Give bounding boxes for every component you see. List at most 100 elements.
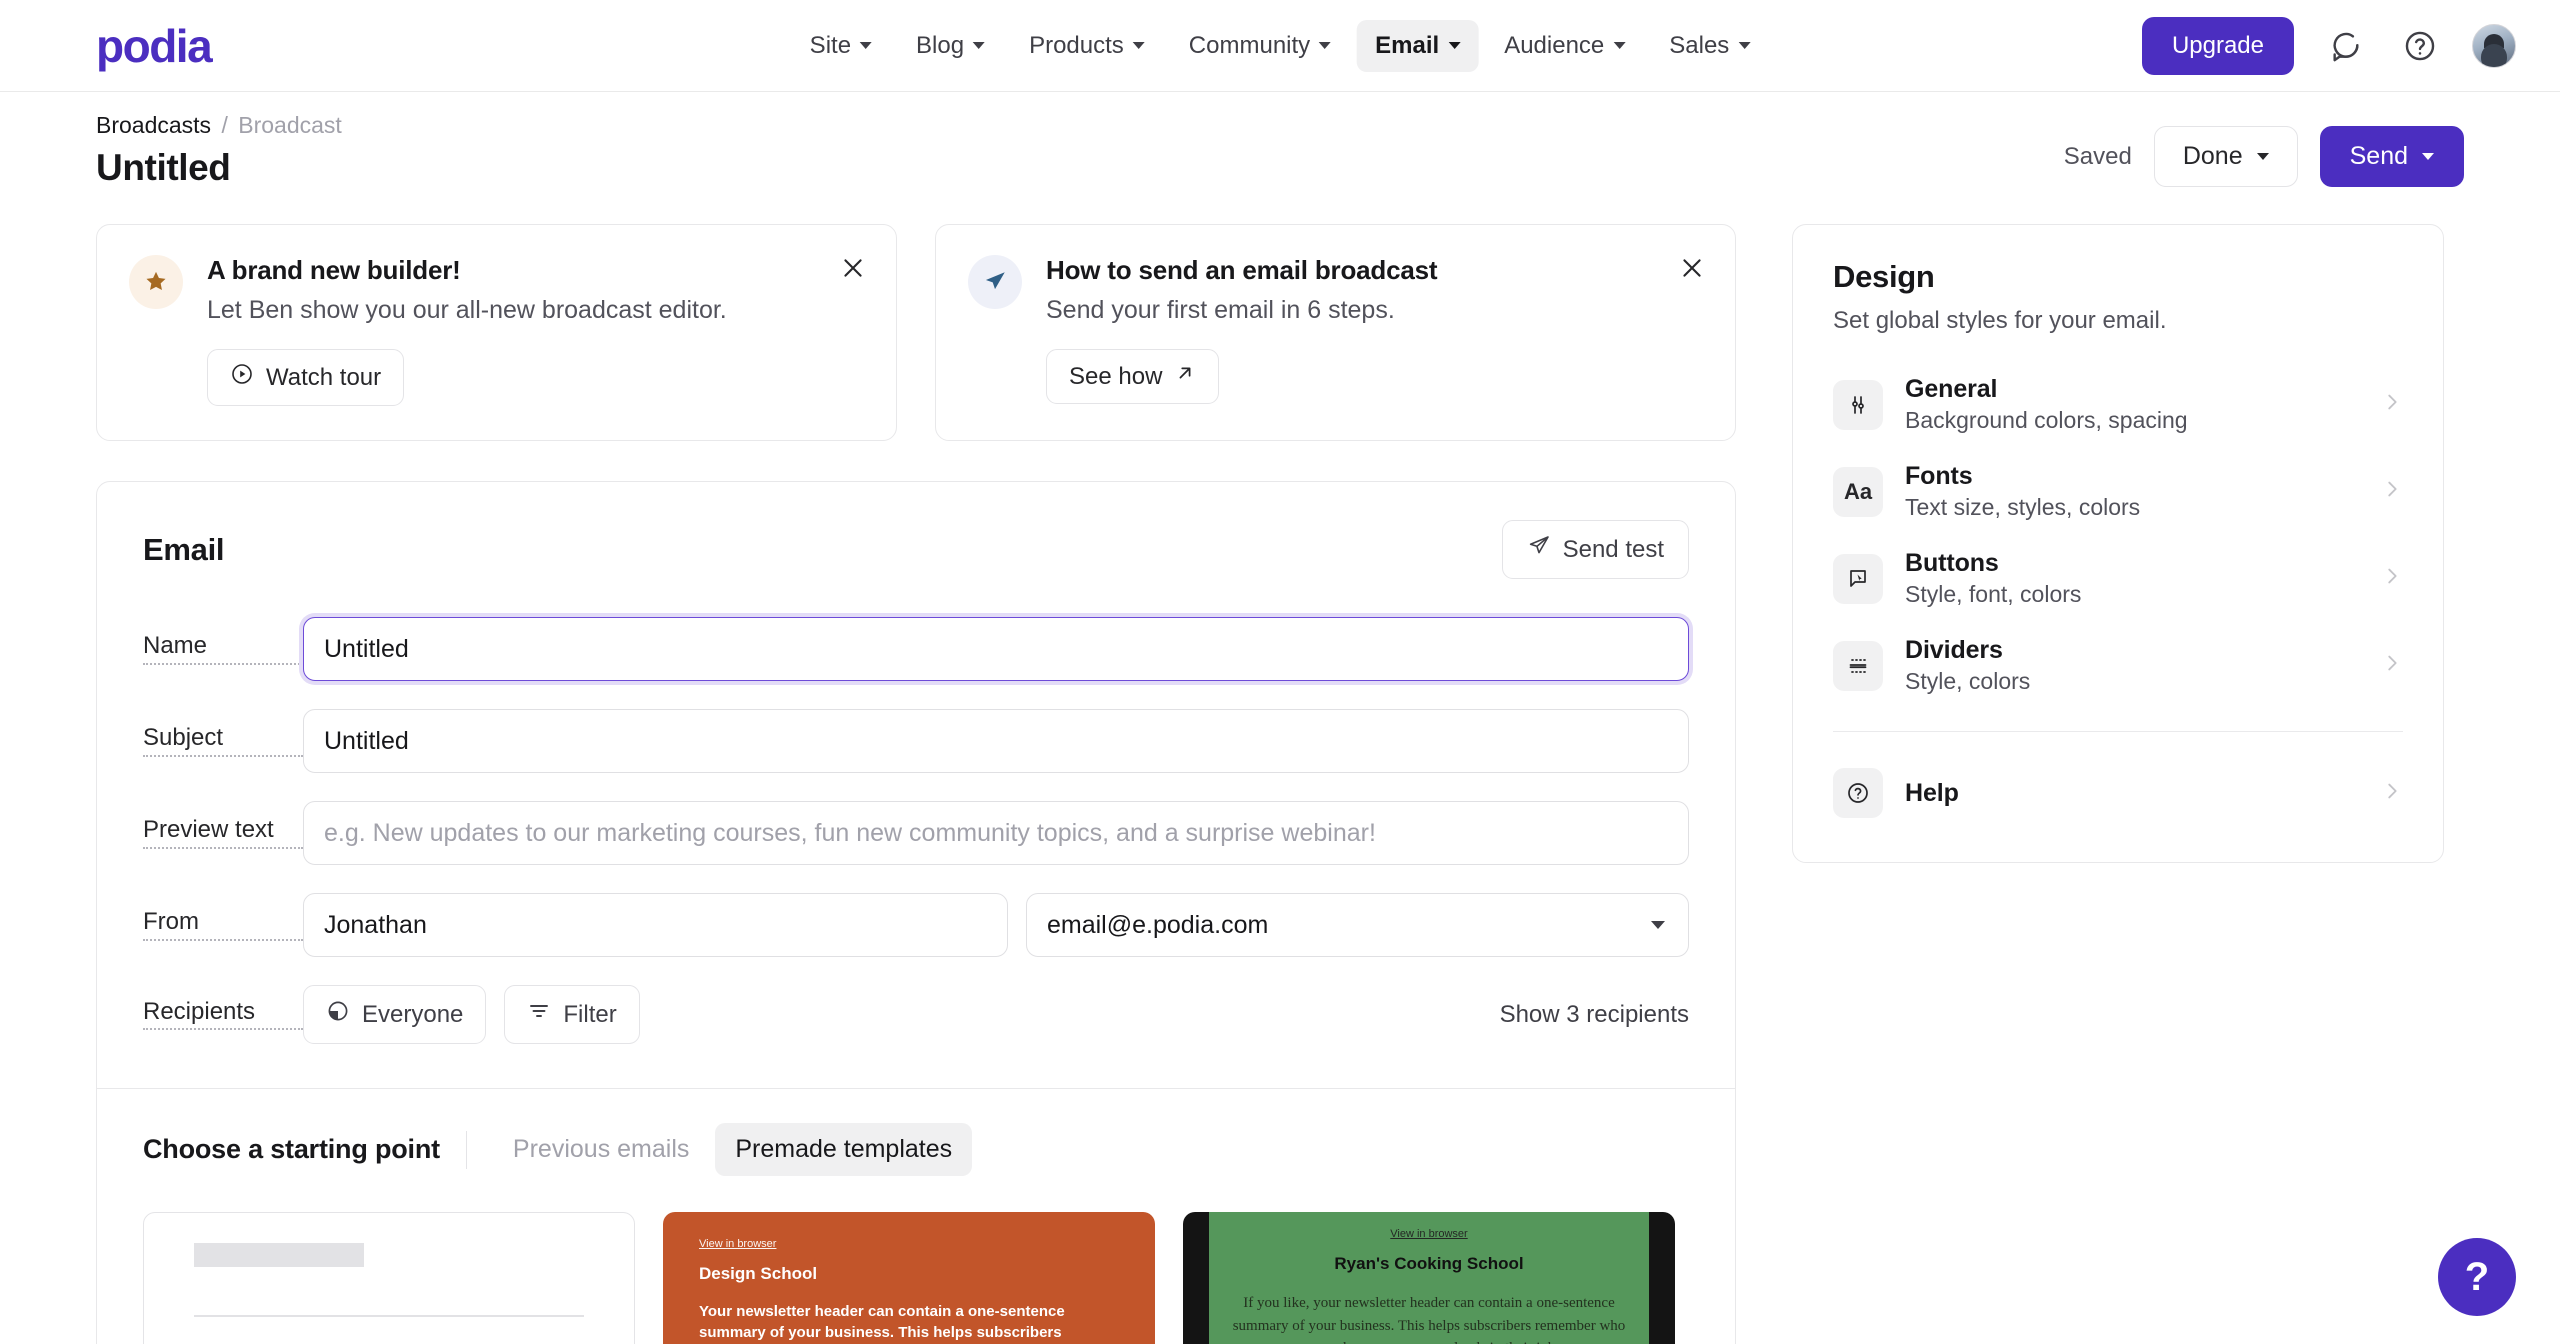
name-input[interactable] [303, 617, 1689, 681]
nav-item-label: Sales [1669, 31, 1730, 59]
banner-row: A brand new builder! Let Ben show you ou… [96, 224, 1736, 441]
tab-previous-emails[interactable]: Previous emails [493, 1123, 709, 1176]
form-row-recipients: Recipients Everyone Filter Show 3 recipi… [143, 985, 1689, 1044]
done-button[interactable]: Done [2153, 126, 2298, 187]
nav-item-email[interactable]: Email [1357, 19, 1479, 72]
template-ryans-cooking-school[interactable]: View in browser Ryan's Cooking School If… [1183, 1212, 1675, 1344]
watch-tour-button[interactable]: Watch tour [207, 349, 405, 406]
design-item-desc: Text size, styles, colors [1905, 494, 2141, 520]
podia-logo[interactable]: podia [96, 23, 213, 69]
design-item-desc: Style, colors [1905, 668, 2031, 694]
breadcrumb-root-link[interactable]: Broadcasts [96, 112, 211, 138]
breadcrumb-current: Broadcast [238, 112, 342, 138]
everyone-label: Everyone [362, 1000, 464, 1028]
nav-item-label: Email [1375, 31, 1440, 59]
name-control [303, 617, 1689, 681]
from-control [303, 893, 1689, 957]
send-button-label: Send [2349, 142, 2408, 170]
view-in-browser-link: View in browser [699, 1238, 777, 1250]
from-email-select[interactable] [1026, 893, 1689, 957]
design-item-text: Buttons Style, font, colors [1905, 549, 2081, 608]
play-circle-icon [230, 362, 254, 393]
see-how-button[interactable]: See how [1046, 349, 1220, 404]
email-card-title: Email [143, 531, 225, 567]
nav-item-blog[interactable]: Blog [898, 20, 1003, 72]
template-design-school[interactable]: View in browser Design School Your newsl… [663, 1212, 1155, 1344]
star-icon [129, 255, 183, 309]
page-title: Untitled [96, 147, 231, 188]
design-item-text: General Background colors, spacing [1905, 375, 2188, 434]
done-button-label: Done [2182, 142, 2243, 170]
design-item-buttons[interactable]: Buttons Style, font, colors [1793, 535, 2443, 622]
page-header-left: Broadcasts / Broadcast Untitled [96, 112, 342, 189]
placeholder-line [194, 1315, 584, 1317]
nav-item-audience[interactable]: Audience [1486, 20, 1643, 72]
design-item-general[interactable]: General Background colors, spacing [1793, 361, 2443, 448]
template-name: Ryan's Cooking School [1334, 1254, 1524, 1273]
chevron-down-icon [2256, 153, 2269, 160]
placeholder-bar [194, 1243, 364, 1267]
banner-new-builder: A brand new builder! Let Ben show you ou… [96, 224, 897, 441]
question-circle-icon[interactable] [2398, 24, 2442, 68]
design-item-desc: Style, font, colors [1905, 581, 2082, 607]
dividers-icon [1833, 640, 1883, 691]
filter-label: Filter [563, 1000, 617, 1028]
everyone-button[interactable]: Everyone [303, 985, 487, 1044]
nav-item-sales[interactable]: Sales [1651, 20, 1768, 72]
vertical-divider [465, 1130, 467, 1169]
close-icon[interactable] [1675, 251, 1709, 285]
chevron-down-icon [1738, 42, 1751, 49]
send-test-button[interactable]: Send test [1501, 520, 1689, 579]
design-item-help[interactable]: Help [1793, 754, 2443, 832]
font-icon-glyph: Aa [1843, 478, 1873, 504]
view-in-browser-link: View in browser [1390, 1228, 1468, 1240]
send-button[interactable]: Send [2319, 126, 2464, 187]
filter-button[interactable]: Filter [504, 985, 640, 1044]
saved-status: Saved [2063, 142, 2132, 170]
preview-text-input[interactable] [303, 801, 1689, 865]
template-body: If you like, your newsletter header can … [1232, 1295, 1626, 1344]
banner-title: A brand new builder! [207, 255, 461, 285]
recipients-control: Everyone Filter Show 3 recipients [303, 985, 1689, 1044]
chat-bubble-icon[interactable] [2324, 24, 2368, 68]
paper-plane-icon [1527, 534, 1551, 565]
subject-label: Subject [143, 724, 303, 757]
email-card: Email Send test Name Untitled Subject Un… [96, 481, 1736, 1344]
tab-premade-templates[interactable]: Premade templates [715, 1123, 973, 1176]
design-item-text: Dividers Style, colors [1905, 636, 2030, 695]
close-icon[interactable] [836, 251, 870, 285]
starting-point-tabs: Previous emails Premade templates [493, 1123, 973, 1176]
show-recipients-link[interactable]: Show 3 recipients [1500, 1001, 1689, 1029]
name-label: Name [143, 632, 303, 665]
design-item-label: General [1905, 375, 1998, 403]
nav-item-site[interactable]: Site [792, 20, 890, 72]
template-body: Your newsletter header can contain a one… [699, 1303, 1065, 1341]
banner-subtitle: Send your first email in 6 steps. [1046, 296, 1395, 324]
chevron-down-icon [1448, 42, 1461, 49]
from-name-input[interactable] [303, 893, 1008, 957]
avatar[interactable] [2472, 23, 2516, 68]
nav-item-community[interactable]: Community [1171, 20, 1349, 72]
design-item-label: Fonts [1905, 462, 1973, 490]
form-row-subject: Subject [143, 709, 1689, 773]
design-sidebar: Design Set global styles for your email.… [1792, 224, 2444, 863]
design-item-dividers[interactable]: Dividers Style, colors [1793, 622, 2443, 709]
sliders-icon [1833, 379, 1883, 430]
design-item-label: Help [1905, 778, 1959, 807]
chevron-right-icon [2381, 391, 2403, 418]
font-icon: Aa [1833, 466, 1883, 517]
subject-input[interactable] [303, 709, 1689, 773]
help-fab-button[interactable]: ? [2438, 1238, 2516, 1316]
starting-point-header: Choose a starting point Previous emails … [97, 1089, 1735, 1176]
page-header: Broadcasts / Broadcast Untitled Saved Do… [0, 92, 2560, 208]
nav-item-products[interactable]: Products [1011, 20, 1163, 72]
banner-content: How to send an email broadcast Send your… [1046, 255, 1438, 406]
template-blank[interactable] [143, 1212, 635, 1344]
from-email-select-wrap [1026, 893, 1689, 957]
chevron-down-icon [860, 42, 873, 49]
filter-icon [527, 999, 551, 1030]
chevron-right-icon [2381, 652, 2403, 679]
nav-item-label: Audience [1504, 31, 1605, 59]
design-item-fonts[interactable]: Aa Fonts Text size, styles, colors [1793, 448, 2443, 535]
upgrade-button[interactable]: Upgrade [2141, 16, 2294, 75]
